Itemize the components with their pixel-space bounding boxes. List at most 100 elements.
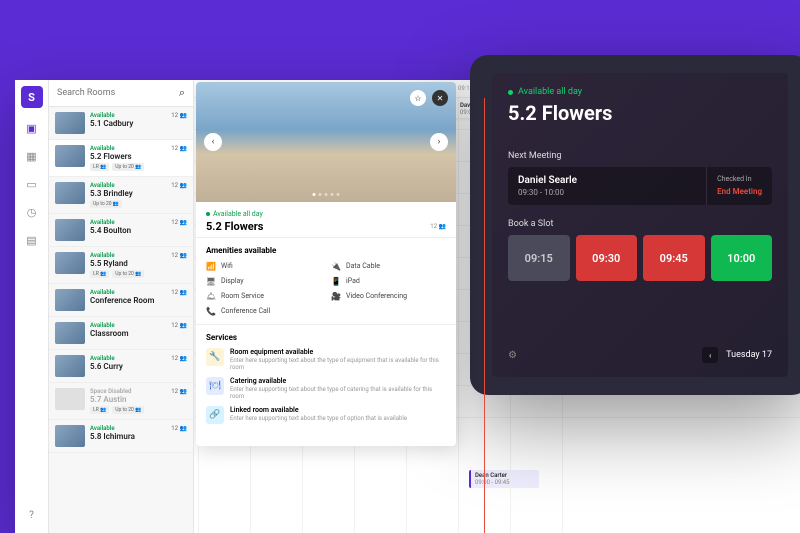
date-nav: ‹ Tuesday 17 [702, 347, 772, 363]
room-status: Available [90, 252, 166, 259]
favorite-button[interactable]: ☆ [410, 90, 426, 106]
amenity-item: 📱iPad [331, 276, 446, 286]
room-item[interactable]: Available 5.5 Ryland LR 👥Up to 20 👥 12 👥 [49, 247, 193, 284]
amenity-icon: 📞 [206, 306, 216, 316]
amenities-heading: Amenities available [206, 246, 446, 255]
room-capacity: 12 👥 [171, 388, 187, 414]
next-meeting-label: Next Meeting [508, 151, 772, 161]
service-item: 🔧 Room equipment available Enter here su… [206, 348, 446, 371]
nav-reports-icon[interactable]: ▤ [24, 232, 40, 248]
room-name: 5.8 Ichimura [90, 432, 166, 441]
nav-briefcase-icon[interactable]: ▭ [24, 176, 40, 192]
slot-button[interactable]: 09:15 [508, 235, 570, 281]
slot-button[interactable]: 10:00 [711, 235, 773, 281]
room-item[interactable]: Available 5.1 Cadbury 12 👥 [49, 107, 193, 140]
room-capacity: 12 👥 [171, 219, 187, 241]
service-title: Room equipment available [230, 348, 446, 356]
next-image-button[interactable]: › [430, 133, 448, 151]
room-name: Classroom [90, 329, 166, 338]
service-item: 🔗 Linked room available Enter here suppo… [206, 406, 446, 424]
tablet-status: Available all day [508, 87, 772, 97]
room-item[interactable]: Available 5.6 Curry 12 👥 [49, 350, 193, 383]
event-card[interactable]: Dean Carter 09:00 - 09:45 [469, 470, 539, 488]
room-tag: LR 👥 [90, 270, 109, 278]
prev-image-button[interactable]: ‹ [204, 133, 222, 151]
room-capacity: 12 👥 [171, 355, 187, 377]
search-input[interactable] [57, 88, 179, 98]
room-thumbnail [55, 219, 85, 241]
room-item[interactable]: Available 5.8 Ichimura 12 👥 [49, 420, 193, 453]
room-thumbnail [55, 388, 85, 410]
room-thumbnail [55, 112, 85, 134]
end-meeting-button[interactable]: End Meeting [717, 187, 762, 196]
services-heading: Services [206, 333, 446, 342]
room-item[interactable]: Available 5.2 Flowers LR 👥Up to 20 👥 12 … [49, 140, 193, 177]
room-status: Available [90, 112, 166, 119]
room-capacity: 12 👥 [171, 322, 187, 344]
room-capacity: 12 👥 [171, 289, 187, 311]
nav-rooms-icon[interactable]: ▣ [24, 120, 40, 136]
room-name: 5.1 Cadbury [90, 119, 166, 128]
service-title: Linked room available [230, 406, 407, 414]
room-status: Available [90, 289, 166, 296]
carousel-dots [313, 193, 340, 196]
room-capacity: 12 👥 [171, 112, 187, 134]
room-item[interactable]: Available Classroom 12 👥 [49, 317, 193, 350]
current-date: Tuesday 17 [726, 350, 772, 360]
room-status: Available [90, 219, 166, 226]
service-desc: Enter here supporting text about the typ… [230, 357, 446, 371]
service-icon: 🍽 [206, 377, 224, 395]
nav-clock-icon[interactable]: ◷ [24, 204, 40, 220]
room-item[interactable]: Space Disabled 5.7 Austin LR 👥Up to 20 👥… [49, 383, 193, 420]
room-capacity: 12 👥 [171, 425, 187, 447]
help-icon[interactable]: ? [24, 507, 40, 523]
amenity-icon: 🛎 [206, 291, 216, 301]
room-name: Conference Room [90, 296, 166, 305]
room-status: Available [90, 322, 166, 329]
room-thumbnail [55, 252, 85, 274]
room-thumbnail [55, 182, 85, 204]
room-tag: LR 👥 [90, 163, 109, 171]
prev-day-button[interactable]: ‹ [702, 347, 718, 363]
amenity-item: 🛎Room Service [206, 291, 321, 301]
room-sidebar: ⌕ Available 5.1 Cadbury 12 👥 Available 5… [49, 80, 194, 533]
nav-calendar-icon[interactable]: ▦ [24, 148, 40, 164]
book-slot-label: Book a Slot [508, 219, 772, 229]
tablet-screen: Available all day 5.2 Flowers Next Meeti… [492, 73, 788, 377]
room-status: Available [90, 182, 166, 189]
amenity-icon: 📶 [206, 261, 216, 271]
slot-button[interactable]: 09:45 [643, 235, 705, 281]
service-desc: Enter here supporting text about the typ… [230, 415, 407, 422]
service-icon: 🔧 [206, 348, 224, 366]
room-tag: LR 👥 [90, 406, 109, 414]
room-thumbnail [55, 355, 85, 377]
room-tag: Up to 20 👥 [112, 406, 144, 414]
close-button[interactable]: ✕ [432, 90, 448, 106]
room-item[interactable]: Available Conference Room 12 👥 [49, 284, 193, 317]
settings-icon[interactable]: ⚙ [508, 350, 517, 361]
amenity-icon: 📱 [331, 276, 341, 286]
room-status: Space Disabled [90, 388, 166, 395]
service-desc: Enter here supporting text about the typ… [230, 386, 446, 400]
detail-status: Available all day [206, 210, 446, 218]
room-name: 5.6 Curry [90, 362, 166, 371]
logo[interactable]: S [21, 86, 43, 108]
room-detail-card: ‹ › ☆ ✕ Available all day 5.2 Flowers 12… [196, 82, 456, 446]
room-thumbnail [55, 322, 85, 344]
room-capacity: 12 👥 [171, 145, 187, 171]
now-indicator [484, 98, 485, 533]
amenity-item: 🖥Display [206, 276, 321, 286]
room-thumbnail [55, 425, 85, 447]
slot-button[interactable]: 09:30 [576, 235, 638, 281]
search-bar: ⌕ [49, 80, 193, 107]
service-item: 🍽 Catering available Enter here supporti… [206, 377, 446, 400]
room-list: Available 5.1 Cadbury 12 👥 Available 5.2… [49, 107, 193, 533]
hero-image: ‹ › ☆ ✕ [196, 82, 456, 202]
room-status: Available [90, 145, 166, 152]
room-capacity: 12 👥 [171, 182, 187, 208]
meeting-card[interactable]: Daniel Searle 09:30 - 10:00 Checked In E… [508, 167, 772, 205]
search-icon[interactable]: ⌕ [179, 86, 185, 100]
room-item[interactable]: Available 5.3 Brindley Up to 20 👥 12 👥 [49, 177, 193, 214]
amenity-icon: 🖥 [206, 276, 216, 286]
room-item[interactable]: Available 5.4 Boulton 12 👥 [49, 214, 193, 247]
